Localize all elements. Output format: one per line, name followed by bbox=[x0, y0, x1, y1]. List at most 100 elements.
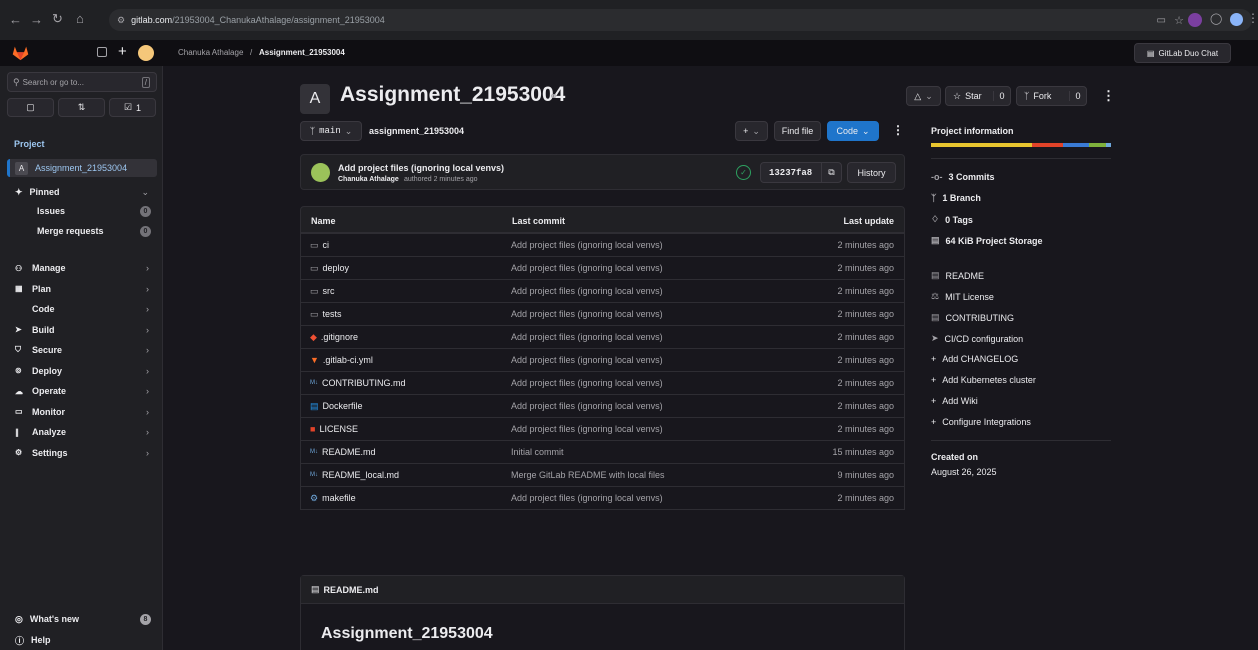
file-last-commit[interactable]: Add project files (ignoring local venvs) bbox=[511, 378, 663, 388]
sidebar-item-issues[interactable]: Issues 0 bbox=[7, 202, 157, 220]
extension-icon[interactable] bbox=[1188, 13, 1202, 27]
table-row[interactable]: ▤ Dockerfile Add project files (ignoring l… bbox=[300, 394, 905, 417]
sidebar-item-operate[interactable]: ☁ Operate › bbox=[7, 382, 157, 400]
readme-filename[interactable]: README.md bbox=[324, 585, 379, 595]
more-actions-icon[interactable]: ⋮ bbox=[1102, 88, 1115, 104]
user-avatar[interactable] bbox=[138, 45, 154, 61]
file-name-cell[interactable]: ▭ deploy bbox=[310, 263, 349, 274]
address-bar[interactable]: ⚙ gitlab.com /21953004_ChanukaAthalage/a… bbox=[109, 9, 1252, 31]
branches-link[interactable]: ᛉ 1 Branch bbox=[931, 193, 981, 203]
home-icon[interactable]: ⌂ bbox=[76, 11, 84, 26]
sidebar-item-merge-requests[interactable]: Merge requests 0 bbox=[7, 222, 157, 240]
file-last-commit[interactable]: Add project files (ignoring local venvs) bbox=[511, 424, 663, 434]
extensions-puzzle-icon[interactable]: ◯ bbox=[1210, 12, 1222, 25]
create-new-icon[interactable]: + bbox=[118, 43, 127, 60]
sidebar-item-build[interactable]: ➤ Build › bbox=[7, 321, 157, 339]
sidebar-item-secure[interactable]: ⛉ Secure › bbox=[7, 341, 157, 359]
file-name-cell[interactable]: ⚙ makefile bbox=[310, 493, 356, 504]
duo-chat-button[interactable]: ▤ GitLab Duo Chat bbox=[1134, 43, 1231, 63]
sidebar-toggle-icon[interactable] bbox=[97, 47, 107, 57]
table-row[interactable]: ■ LICENSE Add project files (ignoring loca… bbox=[300, 417, 905, 440]
cicd-link[interactable]: ➤ CI/CD configuration bbox=[931, 333, 1023, 344]
table-row[interactable]: ⚙ makefile Add project files (ignoring loc… bbox=[300, 486, 905, 509]
browser-menu-icon[interactable]: ⋮ bbox=[1247, 11, 1258, 25]
sidebar-item-pinned[interactable]: ✦ Pinned ⌄ bbox=[7, 183, 157, 201]
file-name-cell[interactable]: ▭ tests bbox=[310, 309, 342, 320]
branch-selector[interactable]: ᛉ main ⌄ bbox=[300, 121, 362, 141]
table-row[interactable]: ▭ tests Add project files (ignoring local … bbox=[300, 302, 905, 325]
file-name-cell[interactable]: ■ LICENSE bbox=[310, 424, 358, 434]
code-dropdown-button[interactable]: Code ⌄ bbox=[827, 121, 879, 141]
sidebar-project-link[interactable]: A Assignment_21953004 bbox=[7, 159, 157, 177]
file-last-commit[interactable]: Add project files (ignoring local venvs) bbox=[511, 263, 663, 273]
sidebar-item-manage[interactable]: ⚇ Manage › bbox=[7, 259, 157, 277]
add-file-button[interactable]: + ⌄ bbox=[735, 121, 768, 141]
sidebar-item-settings[interactable]: ⚙ Settings › bbox=[7, 444, 157, 462]
table-row[interactable]: ▭ src Add project files (ignoring local ve… bbox=[300, 279, 905, 302]
file-last-commit[interactable]: Merge GitLab README with local files bbox=[511, 470, 665, 480]
table-row[interactable]: M↓ CONTRIBUTING.md Add project files (igno… bbox=[300, 371, 905, 394]
search-input[interactable]: ⚲ Search or go to... / bbox=[7, 72, 157, 92]
merge-requests-shortcut-button[interactable]: ⇅ bbox=[58, 98, 105, 117]
add-wiki-link[interactable]: + Add Wiki bbox=[931, 396, 978, 406]
todos-shortcut-button[interactable]: ☑ 1 bbox=[109, 98, 156, 117]
license-link[interactable]: ⚖ MIT License bbox=[931, 291, 994, 302]
sidebar-item-whats-new[interactable]: ◎ What's new 8 bbox=[7, 610, 157, 628]
repo-more-icon[interactable]: ⋮ bbox=[892, 123, 904, 137]
file-last-commit[interactable]: Add project files (ignoring local venvs) bbox=[511, 401, 663, 411]
sidebar-item-code[interactable]: Code › bbox=[7, 300, 157, 318]
add-changelog-link[interactable]: + Add CHANGELOG bbox=[931, 354, 1018, 364]
sidebar-item-help[interactable]: ⓘ Help bbox=[7, 631, 157, 649]
breadcrumb-user[interactable]: Chanuka Athalage bbox=[178, 48, 243, 57]
table-row[interactable]: ▼ .gitlab-ci.yml Add project files (ignori… bbox=[300, 348, 905, 371]
table-row[interactable]: ◆ .gitignore Add project files (ignoring l… bbox=[300, 325, 905, 348]
file-last-commit[interactable]: Add project files (ignoring local venvs) bbox=[511, 332, 663, 342]
file-name-cell[interactable]: ▼ .gitlab-ci.yml bbox=[310, 355, 373, 365]
file-last-commit[interactable]: Add project files (ignoring local venvs) bbox=[511, 309, 663, 319]
profile-avatar[interactable] bbox=[1230, 13, 1243, 26]
forward-icon[interactable]: → bbox=[30, 12, 43, 27]
file-name-cell[interactable]: ◆ .gitignore bbox=[310, 332, 358, 343]
sidebar-item-monitor[interactable]: ▭ Monitor › bbox=[7, 403, 157, 421]
file-name-cell[interactable]: ▤ Dockerfile bbox=[310, 401, 363, 412]
storage-link[interactable]: ▤ 64 KiB Project Storage bbox=[931, 235, 1043, 246]
file-name-cell[interactable]: ▭ src bbox=[310, 286, 335, 297]
commit-message[interactable]: Add project files (ignoring local venvs) bbox=[338, 163, 504, 173]
table-row[interactable]: ▭ ci Add project files (ignoring local ven… bbox=[300, 233, 905, 256]
gitlab-logo-icon[interactable] bbox=[12, 45, 29, 61]
file-name-cell[interactable]: ▭ ci bbox=[310, 240, 329, 251]
file-last-commit[interactable]: Initial commit bbox=[511, 447, 564, 457]
commit-sha-button[interactable]: 13237fa8 ⧉ bbox=[760, 162, 842, 183]
bookmark-star-icon[interactable]: ☆ bbox=[1174, 14, 1184, 27]
cast-icon[interactable]: ▭ bbox=[1157, 15, 1166, 26]
contributing-link[interactable]: ▤ CONTRIBUTING bbox=[931, 312, 1014, 323]
repo-path[interactable]: assignment_21953004 bbox=[369, 126, 464, 136]
copy-icon[interactable]: ⧉ bbox=[821, 163, 841, 182]
history-button[interactable]: History bbox=[847, 162, 896, 183]
reload-icon[interactable]: ↻ bbox=[52, 11, 63, 27]
file-name-cell[interactable]: M↓ README.md bbox=[310, 447, 376, 457]
file-last-commit[interactable]: Add project files (ignoring local venvs) bbox=[511, 355, 663, 365]
tags-link[interactable]: ♢ 0 Tags bbox=[931, 214, 973, 225]
configure-integrations-link[interactable]: + Configure Integrations bbox=[931, 417, 1031, 427]
file-last-commit[interactable]: Add project files (ignoring local venvs) bbox=[511, 286, 663, 296]
notification-button[interactable]: △ ⌄ bbox=[906, 86, 941, 106]
commit-author[interactable]: Chanuka Athalage bbox=[338, 176, 399, 183]
find-file-button[interactable]: Find file bbox=[774, 121, 821, 141]
pipeline-passed-icon[interactable]: ✓ bbox=[736, 165, 751, 180]
file-last-commit[interactable]: Add project files (ignoring local venvs) bbox=[511, 240, 663, 250]
issues-shortcut-button[interactable]: ▢ bbox=[7, 98, 54, 117]
back-icon[interactable]: ← bbox=[9, 12, 22, 27]
star-button[interactable]: ☆ Star 0 bbox=[945, 86, 1011, 106]
add-kubernetes-link[interactable]: + Add Kubernetes cluster bbox=[931, 375, 1036, 385]
table-row[interactable]: ▭ deploy Add project files (ignoring local… bbox=[300, 256, 905, 279]
file-name-cell[interactable]: M↓ CONTRIBUTING.md bbox=[310, 378, 406, 388]
readme-link[interactable]: ▤ README bbox=[931, 270, 984, 281]
fork-button[interactable]: ᛉ Fork 0 bbox=[1016, 86, 1087, 106]
sidebar-item-plan[interactable]: ▦ Plan › bbox=[7, 280, 157, 298]
table-row[interactable]: M↓ README.md Initial commit 15 minutes ago bbox=[300, 440, 905, 463]
table-row[interactable]: M↓ README_local.md Merge GitLab README wit… bbox=[300, 463, 905, 486]
site-info-icon[interactable]: ⚙ bbox=[117, 15, 125, 26]
commits-link[interactable]: -o- 3 Commits bbox=[931, 172, 995, 182]
sidebar-item-analyze[interactable]: ∥ Analyze › bbox=[7, 423, 157, 441]
